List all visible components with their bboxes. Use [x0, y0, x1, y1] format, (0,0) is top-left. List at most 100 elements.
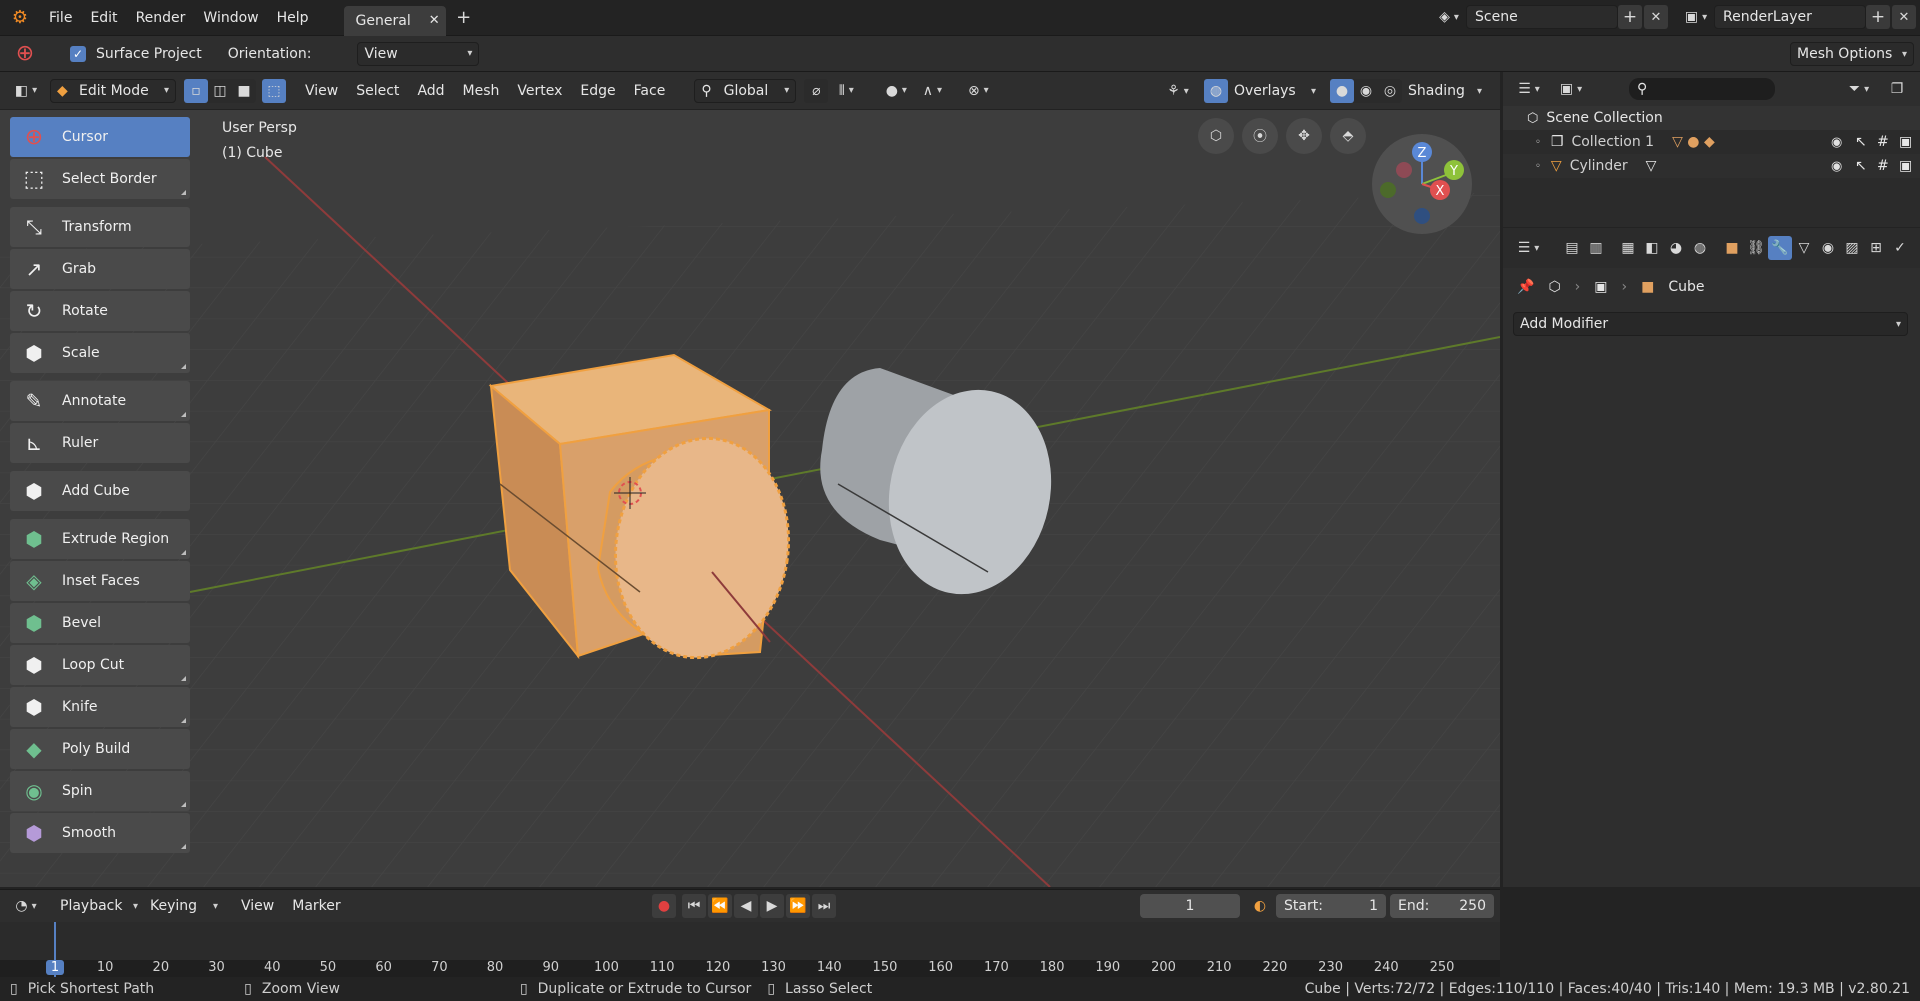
remove-scene-icon[interactable]: ✕	[1644, 5, 1668, 29]
tool-inset-faces[interactable]: ◈ Inset Faces	[10, 561, 190, 601]
menu-file[interactable]: File	[40, 6, 81, 30]
pivot-icon[interactable]: ⊗ ▾	[960, 79, 996, 103]
filter-icon[interactable]: ⏷ ▾	[1839, 77, 1879, 101]
shading-dropdown[interactable]: Shading ▾	[1402, 79, 1488, 103]
outliner-row-scene-collection[interactable]: ⬡ Scene Collection	[1503, 106, 1920, 130]
tool-scale[interactable]: ⬢ Scale	[10, 333, 190, 373]
view-layer-tab-icon[interactable]: ▦	[1616, 236, 1640, 260]
outliner-row-collection-1[interactable]: ◦ ❒ Collection 1 ▽ ● ◆ ◉ ↖ # ▣	[1503, 130, 1920, 154]
pin-icon[interactable]: 📌	[1517, 279, 1534, 295]
edge-select-icon[interactable]: ◫	[208, 79, 232, 103]
selectable-icon[interactable]: ↖	[1855, 134, 1867, 150]
snap-toggle-icon[interactable]: ⌀	[804, 78, 829, 103]
menu-view[interactable]: View	[296, 79, 347, 103]
object-tab-icon[interactable]: ■	[1720, 236, 1744, 260]
add-scene-icon[interactable]: +	[1618, 5, 1642, 29]
world-tab-icon[interactable]: ◕	[1664, 236, 1688, 260]
modifier-tab-icon[interactable]: 🔧	[1768, 236, 1792, 260]
menu-render[interactable]: Render	[127, 6, 195, 30]
rendered-shading-icon[interactable]: ◎	[1378, 79, 1402, 103]
editor-type-icon[interactable]: ◧ ▾	[8, 79, 44, 103]
jump-start-icon[interactable]: ⏮	[682, 894, 706, 918]
end-frame-field[interactable]: End: 250	[1390, 894, 1494, 918]
renderlayer-browse-icon[interactable]: ▣ ▾	[1678, 5, 1714, 29]
visibility-eye-icon[interactable]: ◉	[1831, 135, 1842, 150]
blender-logo-icon[interactable]: ⚙	[8, 6, 32, 30]
outliner-search-input[interactable]: ⚲	[1629, 78, 1775, 100]
scene-browse-icon[interactable]: ◈ ▾	[1432, 5, 1466, 29]
material-tab-icon[interactable]: ⊞	[1864, 236, 1888, 260]
particles-tab-icon[interactable]: ▽	[1792, 236, 1816, 260]
tool-smooth[interactable]: ⬢ Smooth	[10, 813, 190, 853]
surface-project-checkbox[interactable]: ✓	[70, 45, 86, 62]
texture-tab-icon[interactable]: ✓	[1888, 236, 1912, 260]
start-frame-field[interactable]: Start: 1	[1276, 894, 1386, 918]
menu-mesh[interactable]: Mesh	[454, 79, 509, 103]
use-preview-range-icon[interactable]: ◐	[1248, 894, 1272, 918]
restrict-render-icon[interactable]: #	[1877, 158, 1889, 174]
next-keyframe-icon[interactable]: ⏩	[786, 894, 810, 918]
vertex-select-icon[interactable]: ▫	[184, 78, 208, 103]
tool-bevel[interactable]: ⬢ Bevel	[10, 603, 190, 643]
collection-tab-icon[interactable]: ◍	[1688, 236, 1712, 260]
menu-select[interactable]: Select	[347, 79, 408, 103]
xray-toggle-icon[interactable]: ⬚	[262, 78, 286, 103]
expand-icon[interactable]: ◦	[1535, 161, 1541, 172]
material-shading-icon[interactable]: ◉	[1354, 79, 1378, 103]
tool-rotate[interactable]: ↻ Rotate	[10, 291, 190, 331]
tool-ruler[interactable]: ⊾ Ruler	[10, 423, 190, 463]
tool-cursor[interactable]: ⊕ Cursor	[10, 117, 190, 157]
menu-help[interactable]: Help	[268, 6, 318, 30]
gizmo-toggle-icon[interactable]: ⚘ ▾	[1158, 79, 1198, 103]
face-select-icon[interactable]: ■	[232, 79, 256, 103]
tab-general[interactable]: General ✕	[343, 5, 446, 36]
menu-vertex[interactable]: Vertex	[508, 79, 571, 103]
zoom-view-icon[interactable]: ⬘	[1330, 118, 1366, 154]
tool-loop-cut[interactable]: ⬢ Loop Cut	[10, 645, 190, 685]
scene-name-field[interactable]: Scene	[1466, 5, 1618, 29]
add-renderlayer-icon[interactable]: +	[1866, 5, 1890, 29]
play-icon[interactable]: ▶	[760, 894, 784, 918]
snap-target-icon[interactable]: ⫴ ▾	[828, 79, 864, 103]
overlays-dropdown[interactable]: Overlays ▾	[1228, 79, 1322, 103]
constraints-tab-icon[interactable]: ⛓	[1744, 236, 1768, 260]
current-frame-field[interactable]: 1	[1140, 894, 1240, 918]
scene-tab-icon[interactable]: ◧	[1640, 236, 1664, 260]
expand-icon[interactable]: ◦	[1535, 137, 1541, 148]
menu-marker[interactable]: Marker	[283, 894, 349, 918]
menu-edit[interactable]: Edit	[81, 6, 126, 30]
mode-dropdown[interactable]: ◆ Edit Mode ▾	[50, 78, 176, 103]
record-icon[interactable]: ●	[652, 894, 676, 918]
tool-extrude-region[interactable]: ⬢ Extrude Region	[10, 519, 190, 559]
outliner-row-cylinder[interactable]: ◦ ▽ Cylinder ▽ ◉ ↖ # ▣	[1503, 154, 1920, 178]
timeline-ruler[interactable]: 1 10 20 30 40 50 60 70 80 90 100 110 120 130 140 150 160…	[0, 922, 1500, 978]
tool-grab[interactable]: ↗ Grab	[10, 249, 190, 289]
viewport-scene[interactable]	[0, 72, 1500, 887]
camera-icon[interactable]: ▣	[1899, 158, 1912, 174]
keying-menu[interactable]: Keying ▾	[144, 894, 224, 918]
outliner-editor-type-icon[interactable]: ☰ ▾	[1511, 77, 1547, 101]
tool-poly-build[interactable]: ◆ Poly Build	[10, 729, 190, 769]
menu-window[interactable]: Window	[194, 6, 267, 30]
falloff-icon[interactable]: ∧ ▾	[914, 79, 950, 103]
navigation-gizmo[interactable]: Z Y X	[1370, 132, 1474, 236]
transform-orientation-dropdown[interactable]: ⚲ Global ▾	[694, 78, 797, 103]
tool-knife[interactable]: ⬢ Knife	[10, 687, 190, 727]
toggle-camera-icon[interactable]: ⬡	[1198, 118, 1234, 154]
renderlayer-name-field[interactable]: RenderLayer	[1714, 5, 1866, 29]
timeline-editor-type-icon[interactable]: ◔ ▾	[8, 894, 44, 918]
playback-menu[interactable]: Playback ▾	[54, 894, 144, 918]
restrict-render-icon[interactable]: #	[1877, 134, 1889, 150]
menu-view[interactable]: View	[232, 894, 283, 918]
play-reverse-icon[interactable]: ◀	[734, 894, 758, 918]
add-modifier-dropdown[interactable]: Add Modifier ▾	[1513, 312, 1908, 336]
properties-editor-type-icon[interactable]: ☰ ▾	[1511, 236, 1546, 260]
pan-view-icon[interactable]: ✥	[1286, 118, 1322, 154]
remove-renderlayer-icon[interactable]: ✕	[1892, 5, 1916, 29]
new-collection-icon[interactable]: ❐	[1885, 77, 1909, 101]
selectable-icon[interactable]: ↖	[1855, 158, 1867, 174]
tool-add-cube[interactable]: ⬢ Add Cube	[10, 471, 190, 511]
tool-transform[interactable]: ⤡ Transform	[10, 207, 190, 247]
3d-viewport[interactable]: ◧ ▾ ◆ Edit Mode ▾ ▫ ◫ ■ ⬚ View Select Add…	[0, 72, 1500, 887]
camera-icon[interactable]: ▣	[1899, 134, 1912, 150]
